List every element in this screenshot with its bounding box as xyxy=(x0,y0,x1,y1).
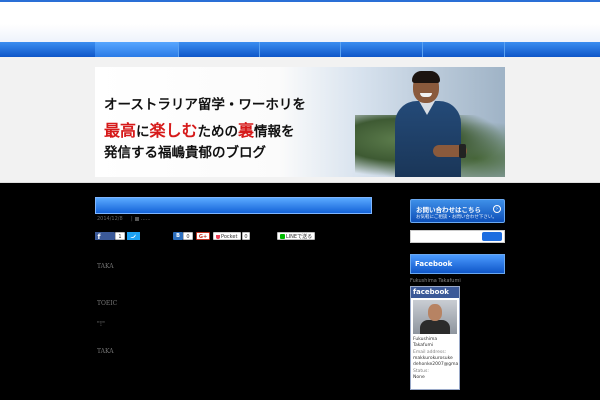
contact-button[interactable]: お問い合わせはこちら お気軽にご相談・お問い合わせ下さい。 › xyxy=(410,199,505,223)
banner-word-jouhou: 情報 xyxy=(254,124,282,140)
banner-word-ura: 裏 xyxy=(238,121,255,140)
facebook-profile-photo xyxy=(413,300,457,334)
site-header xyxy=(0,0,600,42)
facebook-share-button[interactable]: f xyxy=(95,232,115,241)
nav-item-3[interactable] xyxy=(260,42,341,57)
profile-face xyxy=(428,304,442,321)
post-body-line: "!" xyxy=(97,321,105,328)
nav-item-1[interactable] xyxy=(95,42,179,57)
pocket-button[interactable]: Pocket xyxy=(213,232,241,240)
search-button[interactable] xyxy=(482,232,502,241)
pocket-icon xyxy=(216,234,220,239)
facebook-badge-title: facebook xyxy=(411,287,459,298)
arrow-circle-icon: › xyxy=(493,205,501,213)
profile-body xyxy=(420,320,450,334)
banner-line-3: 発信する福嶋貴郁のブログ xyxy=(104,145,266,161)
facebook-share-count: 1 xyxy=(115,232,125,240)
post-title-bar xyxy=(95,197,372,214)
fb-name-line2: Takafumi xyxy=(413,343,434,348)
post-date: 2014/12/8 xyxy=(97,216,123,222)
line-icon xyxy=(279,234,285,239)
twitter-icon xyxy=(127,232,140,240)
sidebar: お問い合わせはこちら お気軽にご相談・お問い合わせ下さい。 › Facebook… xyxy=(410,197,505,400)
global-nav xyxy=(0,42,600,57)
facebook-user-link[interactable]: Fukushima Takafumi xyxy=(410,278,461,284)
post-body-line: TAKA xyxy=(97,263,114,270)
post-body-line: TOEIC xyxy=(97,300,118,307)
line-share-button[interactable]: LINEで送る xyxy=(277,232,315,240)
hatena-icon[interactable]: B xyxy=(173,232,183,240)
banner-word-tame: ための xyxy=(197,124,239,140)
nav-item-5[interactable] xyxy=(423,42,505,57)
nav-item-4[interactable] xyxy=(341,42,423,57)
fb-email-label: Email address: xyxy=(413,350,447,355)
contact-title: お問い合わせはこちら xyxy=(416,206,481,214)
banner-word-tanoshimu: 楽しむ xyxy=(149,121,198,140)
nav-item-2[interactable] xyxy=(179,42,260,57)
gplus-icon[interactable]: G+ xyxy=(196,232,210,240)
fb-email-line2: dehonke2007@gma xyxy=(413,362,459,367)
post-category[interactable]: ...... xyxy=(141,216,151,222)
author-hair xyxy=(412,71,440,83)
pocket-label: Pocket xyxy=(221,234,238,240)
banner-line-2: 最高に楽しむための裏情報を xyxy=(104,117,295,141)
facebook-icon: f xyxy=(95,232,103,241)
pocket-count: 0 xyxy=(242,232,250,240)
banner-line-1: オーストラリア留学・ワーホリを xyxy=(104,97,306,113)
facebook-widget-heading: Facebook xyxy=(410,254,505,274)
meta-separator: | xyxy=(131,216,133,222)
facebook-badge[interactable]: facebook Fukushima Takafumi Email addres… xyxy=(410,286,460,390)
post-area: 2014/12/8 | ...... f 1 B 0 G+ Pocket 0 L… xyxy=(95,197,372,400)
watch-icon xyxy=(459,144,466,158)
banner-word-saikou: 最高 xyxy=(104,121,137,140)
twitter-share-button[interactable] xyxy=(127,232,140,240)
nav-item-6[interactable] xyxy=(505,42,600,57)
fb-name-line1: Fukushima xyxy=(413,337,438,342)
fb-email-line1: makkurokurosuke xyxy=(413,356,453,361)
fb-status-value: None xyxy=(413,375,425,380)
banner-word-ni: に xyxy=(136,124,150,140)
category-icon xyxy=(135,217,139,221)
contact-subtitle: お気軽にご相談・お問い合わせ下さい。 xyxy=(416,215,497,220)
author-photo xyxy=(395,71,467,177)
post-body-line: TAKA xyxy=(97,348,114,355)
blog-banner[interactable]: オーストラリア留学・ワーホリを 最高に楽しむための裏情報を 発信する福嶋貴郁のブ… xyxy=(95,67,505,177)
line-label: LINEで送る xyxy=(285,234,313,240)
banner-word-wo: を xyxy=(281,124,295,140)
fb-status-label: Status: xyxy=(413,369,429,374)
hatena-count: 0 xyxy=(183,232,193,240)
